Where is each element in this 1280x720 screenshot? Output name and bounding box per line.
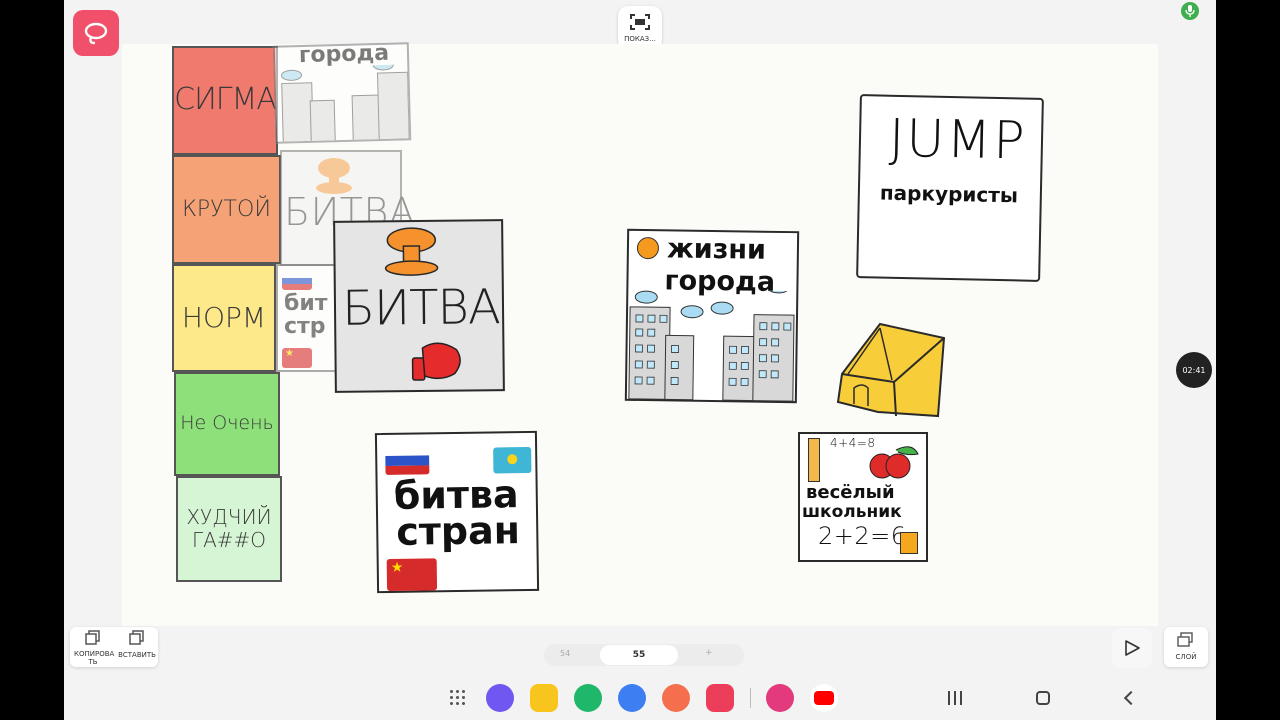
screen-capture-icon — [630, 14, 650, 30]
tier-ne-ochen: Не Очень — [174, 372, 280, 476]
sun-icon — [636, 236, 660, 260]
explosion-icon — [384, 227, 439, 276]
tier-label: Не Очень — [180, 412, 274, 435]
system-nav-bar — [64, 676, 1216, 720]
tier-label: КРУТОЙ — [182, 196, 271, 222]
page-current[interactable]: 55 — [600, 645, 678, 665]
mic-indicator — [1181, 2, 1199, 20]
russia-flag-icon — [282, 272, 312, 290]
tier-hudshiy: ХУДЧИЙ ГА##О — [176, 476, 282, 582]
app-screen: ПОКАЗ... СИГМА КРУТОЙ НОРМ Не Очень ХУДЧ… — [64, 0, 1216, 720]
tier-label: НОРМ — [181, 300, 267, 334]
lasso-tool-button[interactable] — [73, 10, 119, 56]
timer-badge: 02:41 — [1176, 352, 1212, 388]
paste-icon — [129, 630, 144, 645]
card-school-line1: весёлый — [806, 482, 895, 503]
layer-label: СЛОЙ — [1175, 653, 1197, 661]
card-zhizni-goroda[interactable]: жизни города — [624, 228, 800, 404]
ghost-card-goroda[interactable]: города — [272, 42, 412, 144]
kazakhstan-flag-icon — [493, 446, 532, 474]
paste-label: ВСТАВИТЬ — [118, 651, 156, 659]
drawing-canvas[interactable]: СИГМА КРУТОЙ НОРМ Не Очень ХУДЧИЙ ГА##О … — [122, 42, 1158, 626]
house-icon[interactable] — [834, 320, 950, 420]
tier-krutoy: КРУТОЙ — [172, 155, 281, 264]
card-bitva-title: БИТВА — [341, 279, 501, 337]
recents-button[interactable] — [948, 691, 962, 705]
card-school-equation: 2+2=6 — [818, 522, 907, 550]
browser-app-icon[interactable] — [486, 684, 514, 712]
ghost-bitva-stran-title: бит стр — [284, 291, 328, 340]
tier-sigma: СИГМА — [172, 46, 278, 155]
card-jump-title: JUMP — [888, 108, 1028, 172]
mic-icon — [1185, 5, 1195, 17]
timer-text: 02:41 — [1182, 365, 1206, 375]
gallery-app-icon[interactable] — [766, 684, 794, 712]
page-current-number: 55 — [632, 650, 646, 660]
show-label: ПОКАЗ... — [624, 35, 656, 43]
camera-app-icon[interactable] — [706, 684, 734, 712]
messages-app-icon[interactable] — [618, 684, 646, 712]
card-jump-subtitle: паркуристы — [879, 180, 1019, 208]
tier-norm: НОРМ — [172, 264, 276, 372]
china-flag-icon: ★ — [386, 558, 438, 591]
home-button[interactable] — [1036, 691, 1050, 705]
copy-icon — [85, 630, 100, 645]
copy-paste-panel: КОПИРОВА ТЬ ВСТАВИТЬ — [70, 627, 158, 667]
ghost-card-bitva-stran[interactable]: бит стр ★ — [276, 264, 342, 372]
card-school-line2: школьник — [802, 502, 902, 522]
notes-app-icon[interactable] — [530, 684, 558, 712]
city-icon — [628, 288, 795, 402]
contacts-app-icon[interactable] — [662, 684, 690, 712]
card-veselyi-shkolnik[interactable]: 4+4=8 весёлый школьник 2+2=6 — [798, 432, 928, 562]
apple-icon — [869, 446, 919, 479]
copy-label: КОПИРОВА ТЬ — [74, 650, 115, 666]
card-zhizni-line1: жизни — [666, 233, 767, 266]
copy-button[interactable]: КОПИРОВА ТЬ — [72, 629, 114, 667]
phone-app-icon[interactable] — [574, 684, 602, 712]
russia-flag-icon — [385, 446, 430, 475]
layers-icon — [1177, 632, 1193, 647]
divider — [750, 688, 751, 708]
tier-label: СИГМА — [174, 82, 277, 118]
card-jump[interactable]: JUMP паркуристы — [856, 94, 1044, 282]
page-add[interactable]: + — [705, 648, 713, 658]
back-button[interactable] — [1123, 690, 1139, 706]
layer-button[interactable]: СЛОЙ — [1164, 627, 1208, 667]
book-icon — [900, 532, 918, 554]
paste-button[interactable]: ВСТАВИТЬ — [116, 629, 158, 667]
page-switcher: 54 55 + — [544, 644, 744, 666]
card-bitva-stran[interactable]: битва стран ★ — [374, 430, 540, 594]
china-flag-icon: ★ — [282, 348, 312, 368]
lasso-icon — [84, 22, 108, 45]
boxing-glove-icon — [411, 342, 461, 381]
play-icon — [1125, 640, 1140, 656]
tier-label: ХУДЧИЙ ГА##О — [186, 505, 272, 552]
play-button[interactable] — [1112, 628, 1152, 668]
page-prev[interactable]: 54 — [560, 649, 570, 658]
apps-grid-icon[interactable] — [450, 690, 466, 706]
card-bitva-stran-line2: стран — [395, 508, 521, 554]
card-bitva[interactable]: БИТВА — [333, 219, 505, 393]
city-icon — [281, 64, 410, 144]
ruler-icon — [808, 438, 820, 482]
youtube-app-icon[interactable] — [810, 684, 838, 712]
